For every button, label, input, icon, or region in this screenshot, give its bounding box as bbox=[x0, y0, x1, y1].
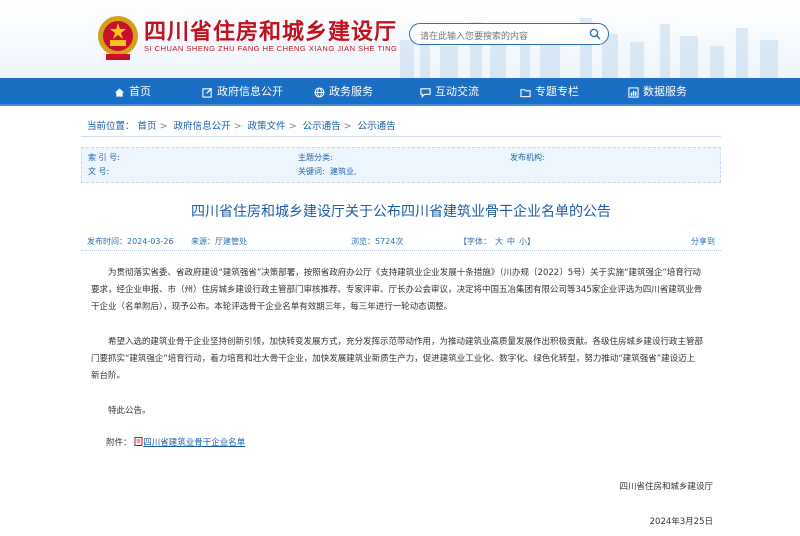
site-header: 四川省住房和城乡建设厅 SI CHUAN SHENG ZHU FANG HE C… bbox=[0, 0, 800, 78]
main-nav: 首页 政府信息公开 政务服务 互动交流 专题专栏 数据服务 bbox=[0, 78, 800, 106]
source-label: 来源： bbox=[191, 237, 215, 246]
nav-label: 专题专栏 bbox=[535, 85, 579, 98]
font-size-large[interactable]: 大 bbox=[495, 237, 503, 246]
edit-icon bbox=[202, 87, 213, 98]
font-size-medium[interactable]: 中 bbox=[507, 237, 515, 246]
search-input[interactable] bbox=[410, 27, 580, 47]
breadcrumb-link-gov-info[interactable]: 政府信息公开 bbox=[174, 121, 231, 132]
signature-date: 2024年3月25日 bbox=[649, 517, 713, 527]
publish-date: 发布时间：2024-03-26 bbox=[87, 236, 174, 247]
breadcrumb-link-notice[interactable]: 公示通告 bbox=[303, 121, 341, 132]
breadcrumb-prefix: 当前位置： bbox=[87, 121, 135, 132]
source-value: 厅建管处 bbox=[215, 237, 247, 246]
font-size-label: 【字体： bbox=[459, 237, 491, 246]
nav-item-data[interactable]: 数据服务 bbox=[628, 78, 687, 106]
breadcrumb-link-notice-current[interactable]: 公示通告 bbox=[358, 121, 396, 132]
article-paragraph: 希望入选的建筑业骨干企业坚持创新引领，加快转变发展方式，充分发挥示范带动作用，为… bbox=[91, 337, 704, 381]
attachment-link[interactable]: 四川省建筑业骨干企业名单 bbox=[143, 438, 245, 448]
national-emblem-icon bbox=[98, 16, 138, 60]
chat-icon bbox=[420, 87, 431, 98]
font-size-controls: 【字体： 大中小】 bbox=[459, 236, 535, 247]
article-meta-bar: 发布时间：2024-03-26 来源：厅建管处 浏览：5724次 【字体： 大中小… bbox=[81, 235, 721, 251]
publish-date-label: 发布时间： bbox=[87, 237, 127, 246]
document-icon bbox=[134, 437, 143, 446]
breadcrumb: 当前位置： 首页 > 政府信息公开 > 政策文件 > 公示通告 > 公示通告 bbox=[81, 117, 721, 137]
nav-label: 互动交流 bbox=[435, 85, 479, 98]
breadcrumb-link-policy[interactable]: 政策文件 bbox=[248, 121, 286, 132]
nav-label: 政务服务 bbox=[329, 85, 373, 98]
site-title: 四川省住房和城乡建设厅 bbox=[144, 19, 398, 45]
document-number-label: 文 号: bbox=[88, 167, 110, 176]
font-size-small[interactable]: 小 bbox=[519, 237, 527, 246]
document-info-box: 索 引 号: 主题分类: 发布机构: 文 号: 关键词: 建筑业, bbox=[81, 147, 721, 183]
attachment: 附件： 四川省建筑业骨干企业名单 bbox=[81, 436, 721, 448]
nav-item-special[interactable]: 专题专栏 bbox=[520, 78, 579, 106]
search-icon[interactable] bbox=[589, 28, 601, 40]
views-label: 浏览： bbox=[351, 237, 375, 246]
search-box bbox=[409, 23, 609, 47]
breadcrumb-link-home[interactable]: 首页 bbox=[138, 121, 157, 132]
folder-icon bbox=[520, 88, 531, 97]
font-size-close: 】 bbox=[527, 237, 535, 246]
keywords-label: 关键词: bbox=[298, 167, 325, 176]
views-value: 5724次 bbox=[375, 237, 404, 246]
publish-date-value: 2024-03-26 bbox=[127, 237, 174, 246]
nav-item-home[interactable]: 首页 bbox=[114, 78, 151, 106]
breadcrumb-separator: > bbox=[288, 121, 297, 132]
keywords-value: 建筑业, bbox=[330, 167, 357, 176]
nav-label: 政府信息公开 bbox=[217, 85, 283, 98]
signature-org: 四川省住房和城乡建设厅 bbox=[619, 482, 713, 492]
chart-icon bbox=[628, 86, 639, 98]
article-paragraph: 特此公告。 bbox=[108, 406, 151, 416]
globe-icon bbox=[314, 87, 325, 97]
attachment-label: 附件： bbox=[106, 438, 132, 448]
breadcrumb-separator: > bbox=[343, 121, 352, 132]
article-paragraph: 为贯彻落实省委、省政府建设“建筑强省”决策部署，按照省政府办公厅《支持建筑业企业… bbox=[91, 268, 703, 312]
index-number-label: 索 引 号: bbox=[88, 153, 120, 162]
nav-item-gov-info[interactable]: 政府信息公开 bbox=[202, 78, 283, 106]
topic-category-label: 主题分类: bbox=[298, 153, 333, 162]
nav-label: 数据服务 bbox=[643, 85, 687, 98]
source: 来源：厅建管处 bbox=[191, 236, 247, 247]
nav-item-gov-service[interactable]: 政务服务 bbox=[314, 78, 373, 106]
article-container: 当前位置： 首页 > 政府信息公开 > 政策文件 > 公示通告 > 公示通告 索 引 号… bbox=[81, 117, 721, 536]
issuer-label: 发布机构: bbox=[510, 153, 545, 162]
home-icon bbox=[114, 87, 125, 97]
share-button[interactable]: 分享到 bbox=[691, 236, 715, 247]
site-subtitle: SI CHUAN SHENG ZHU FANG HE CHENG XIANG J… bbox=[144, 44, 398, 53]
breadcrumb-separator: > bbox=[233, 121, 242, 132]
nav-label: 首页 bbox=[129, 85, 151, 98]
breadcrumb-separator: > bbox=[159, 121, 168, 132]
views: 浏览：5724次 bbox=[351, 236, 403, 247]
nav-item-interaction[interactable]: 互动交流 bbox=[420, 78, 479, 106]
article-body: 为贯彻落实省委、省政府建设“建筑强省”决策部署，按照省政府办公厅《支持建筑业企业… bbox=[81, 265, 721, 420]
article-title: 四川省住房和城乡建设厅关于公布四川省建筑业骨干企业名单的公告 bbox=[191, 204, 611, 220]
